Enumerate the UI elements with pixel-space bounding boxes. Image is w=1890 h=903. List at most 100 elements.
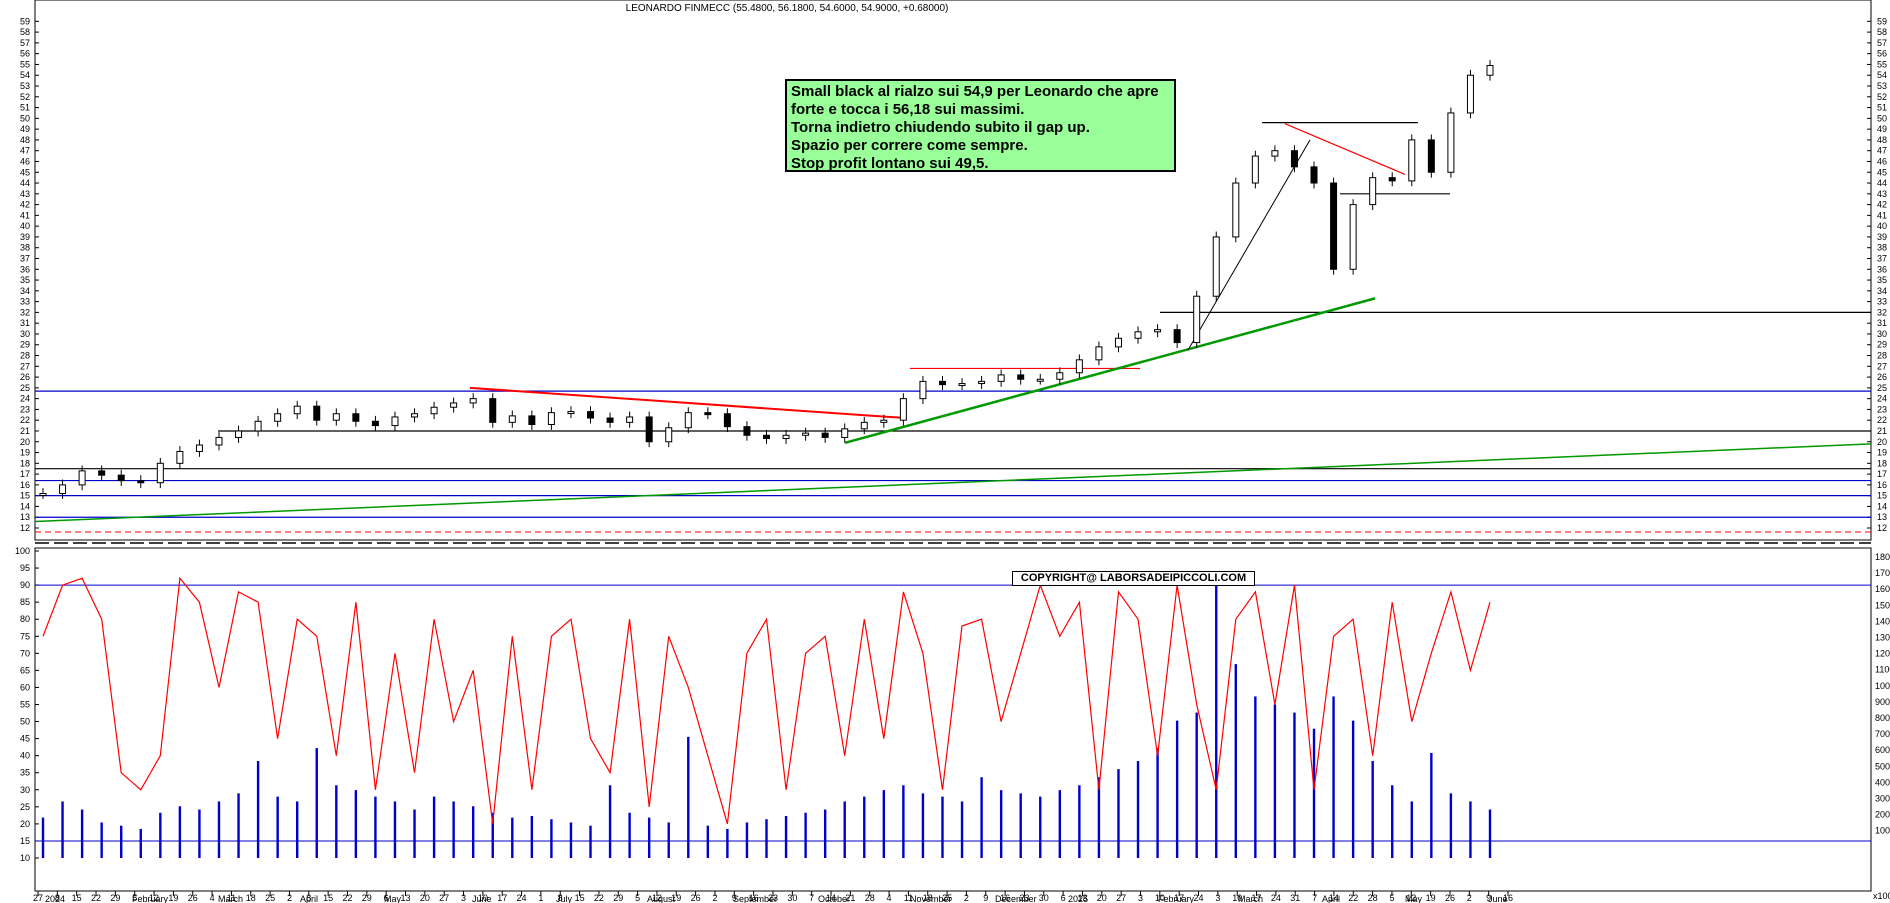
candle-body <box>176 450 184 464</box>
candle-body <box>1134 331 1142 339</box>
price-tick-label-left: 35 <box>20 275 30 285</box>
x-month-label: May <box>384 894 402 903</box>
price-tick-label-left: 22 <box>20 415 30 425</box>
x-tick-label: 7 <box>809 893 814 903</box>
note-line-2: forte e tocca i 56,18 sui massimi. <box>791 101 1025 118</box>
candle-body <box>1330 182 1338 270</box>
candle-body <box>78 470 86 486</box>
volume-bar <box>1136 761 1140 858</box>
volume-bar <box>139 828 142 858</box>
candle-body <box>997 374 1005 382</box>
price-tick-label-right: 33 <box>1877 297 1887 307</box>
osc-tick-label: 70 <box>20 648 30 658</box>
x-tick-label: 27 <box>33 893 43 903</box>
price-tick-label-left: 37 <box>20 253 30 263</box>
x-tick-label: 2 <box>712 893 717 903</box>
candle-body <box>723 413 731 428</box>
volume-bar <box>354 790 358 858</box>
price-tick-label-right: 59 <box>1877 16 1887 26</box>
x-month-label: 2025 <box>1068 894 1088 903</box>
candle-body <box>1466 74 1474 114</box>
price-tick-label-left: 13 <box>20 512 30 522</box>
x-tick-label: 22 <box>91 893 101 903</box>
volume-bar <box>902 785 905 858</box>
x-tick-label: 27 <box>1116 893 1126 903</box>
price-tick-label-right: 25 <box>1877 383 1887 393</box>
price-tick-label-right: 18 <box>1877 458 1887 468</box>
price-tick-label-left: 55 <box>20 59 30 69</box>
candle-body <box>117 474 125 482</box>
volume-bar <box>980 777 983 858</box>
price-tick-label-left: 58 <box>20 27 30 37</box>
x-tick-label: 4 <box>887 893 892 903</box>
osc-tick-label: 75 <box>20 631 30 641</box>
volume-bar <box>1156 748 1159 858</box>
volume-tick-label: 2000 <box>1875 810 1890 820</box>
x-tick-label: 15 <box>72 893 82 903</box>
osc-tick-label: 15 <box>20 836 30 846</box>
osc-tick-label: 100 <box>15 546 30 556</box>
candle-body <box>274 413 282 422</box>
candle-body <box>371 420 379 427</box>
volume-tick-label: 3000 <box>1875 794 1890 804</box>
x-tick-label: 15 <box>575 893 585 903</box>
candle-body <box>254 420 262 432</box>
volume-bar <box>80 809 84 858</box>
osc-tick-label: 25 <box>20 802 30 812</box>
candle-body <box>919 380 927 400</box>
x-tick-label: 22 <box>342 893 352 903</box>
price-tick-label-left: 29 <box>20 340 30 350</box>
volume-tick-label: 7000 <box>1875 729 1890 739</box>
x-tick-label: 24 <box>517 893 527 903</box>
x-month-label: June <box>472 894 492 903</box>
candle-body <box>352 413 360 422</box>
x-month-label: May <box>1405 894 1423 903</box>
volume-bar <box>120 825 123 858</box>
price-tick-label-right: 58 <box>1877 27 1887 37</box>
price-tick-label-right: 56 <box>1877 49 1887 59</box>
candle-body <box>1017 374 1025 380</box>
x-tick-label: 28 <box>865 893 875 903</box>
price-tick-label-right: 37 <box>1877 253 1887 263</box>
price-tick-label-left: 53 <box>20 81 30 91</box>
volume-tick-label: 11000 <box>1875 665 1890 675</box>
price-tick-label-left: 17 <box>20 469 30 479</box>
x-tick-label: 27 <box>439 893 449 903</box>
candle-body <box>587 411 595 419</box>
volume-bar <box>1312 728 1316 858</box>
price-tick-label-left: 28 <box>20 351 30 361</box>
x-tick-label: 31 <box>1290 893 1300 903</box>
price-tick-label-left: 42 <box>20 200 30 210</box>
volume-tick-label: 13000 <box>1875 633 1890 643</box>
price-tick-label-right: 14 <box>1877 501 1887 511</box>
copyright-label: COPYRIGHT@ LABORSADEIPICCOLI.COM <box>1012 571 1255 586</box>
candle-body <box>313 405 321 421</box>
analysis-note: Small black al rialzo sui 54,9 per Leona… <box>785 79 1176 172</box>
x-tick-label: 22 <box>1348 893 1358 903</box>
volume-bar <box>628 812 631 858</box>
candle-body <box>860 421 868 430</box>
candle-body <box>332 413 340 421</box>
volume-tick-label: 10000 <box>1875 681 1890 691</box>
price-tick-label-right: 31 <box>1877 318 1887 328</box>
x-tick-label: 29 <box>110 893 120 903</box>
volume-bar <box>61 801 64 858</box>
volume-tick-label: 14000 <box>1875 616 1890 626</box>
price-tick-label-left: 18 <box>20 458 30 468</box>
price-tick-label-left: 34 <box>20 286 30 296</box>
price-tick-label-right: 42 <box>1877 200 1887 210</box>
volume-bar <box>863 796 866 858</box>
osc-tick-label: 20 <box>20 819 30 829</box>
price-tick-label-right: 17 <box>1877 469 1887 479</box>
x-month-label: November <box>910 894 952 903</box>
volume-bar <box>550 819 553 858</box>
price-tick-label-right: 39 <box>1877 232 1887 242</box>
volume-bar <box>1058 790 1062 858</box>
price-tick-label-left: 16 <box>20 480 30 490</box>
osc-tick-label: 10 <box>20 853 30 863</box>
volume-bar <box>765 819 768 858</box>
osc-tick-label: 65 <box>20 665 30 675</box>
price-tick-label-left: 15 <box>20 491 30 501</box>
candle-body <box>880 419 888 423</box>
x-tick-label: 30 <box>787 893 797 903</box>
